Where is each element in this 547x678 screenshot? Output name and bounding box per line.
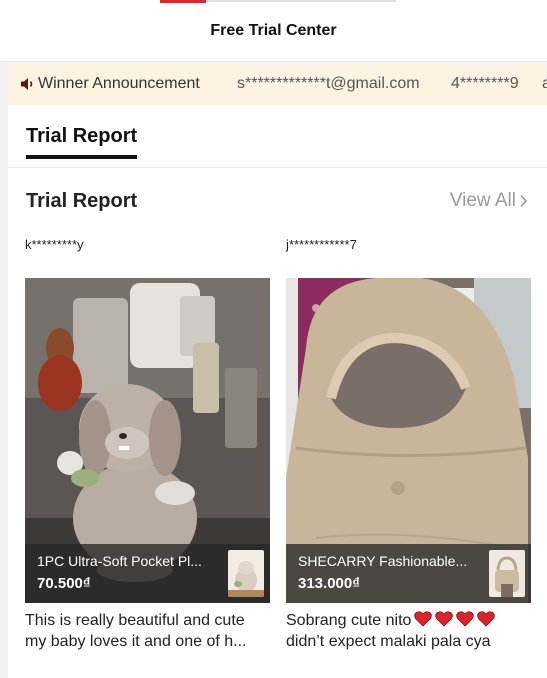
view-all-link[interactable]: View All	[450, 190, 529, 212]
chevron-right-icon	[520, 194, 528, 208]
review-text: This is really beautiful and cute my bab…	[25, 610, 270, 652]
tab-trial-report[interactable]: Trial Report	[26, 125, 137, 148]
product-info-overlay[interactable]: SHECARRY Fashionable... 313.000₫	[286, 544, 531, 603]
review-line: didn’t expect malaki pala cya	[286, 633, 491, 650]
top-header: Free Trial Center	[0, 0, 547, 62]
product-info-overlay[interactable]: 1PC Ultra-Soft Pocket Pl... 70.500₫	[25, 544, 270, 603]
review-line: Sobrang cute nito	[286, 610, 531, 631]
view-all-label: View All	[449, 190, 516, 211]
product-thumbnail	[489, 550, 525, 597]
heart-icon	[477, 611, 496, 627]
page-title: Free Trial Center	[210, 22, 337, 39]
heart-icon	[435, 611, 454, 627]
speaker-icon	[21, 78, 33, 90]
review-text: Sobrang cute nito didn’t expect malaki p…	[286, 610, 531, 652]
trial-report-card[interactable]: j************7 SHECARRY Fashionable... 3…	[286, 235, 531, 652]
review-line-text: Sobrang cute nito	[286, 612, 412, 629]
trial-report-card[interactable]: k*********y 1PC Ultra-Soft Pocket Pl... …	[25, 235, 270, 652]
product-price: 70.500₫	[37, 575, 91, 592]
active-tab-indicator	[26, 155, 137, 159]
product-name: SHECARRY Fashionable...	[298, 553, 468, 569]
announcement-label: Winner Announcement	[38, 75, 200, 92]
product-thumbnail	[228, 550, 264, 597]
header-accent-bar	[160, 0, 206, 3]
review-photo[interactable]: 1PC Ultra-Soft Pocket Pl... 70.500₫	[25, 278, 270, 603]
winner-entry: 4********9	[451, 75, 519, 92]
heart-icon	[456, 611, 475, 627]
review-photo[interactable]: SHECARRY Fashionable... 313.000₫	[286, 278, 531, 603]
review-line: my baby loves it and one of h...	[25, 633, 247, 650]
winner-entry: s*************t@gmail.com	[237, 75, 420, 92]
product-name: 1PC Ultra-Soft Pocket Pl...	[37, 553, 202, 569]
main-content: Trial Report Trial Report View All k****…	[8, 105, 547, 678]
tab-bar: Trial Report	[8, 105, 547, 168]
section-title: Trial Report	[26, 190, 138, 212]
product-price: 313.000₫	[298, 575, 360, 592]
winner-announcement-bar[interactable]: Winner Announcement s*************t@gmai…	[8, 63, 547, 105]
reviewer-name: j************7	[286, 237, 357, 252]
review-line: This is really beautiful and cute	[25, 612, 245, 629]
winner-entry: a	[542, 75, 547, 92]
reviewer-name: k*********y	[25, 237, 84, 252]
header-divider	[206, 0, 396, 2]
heart-icon	[414, 611, 433, 627]
